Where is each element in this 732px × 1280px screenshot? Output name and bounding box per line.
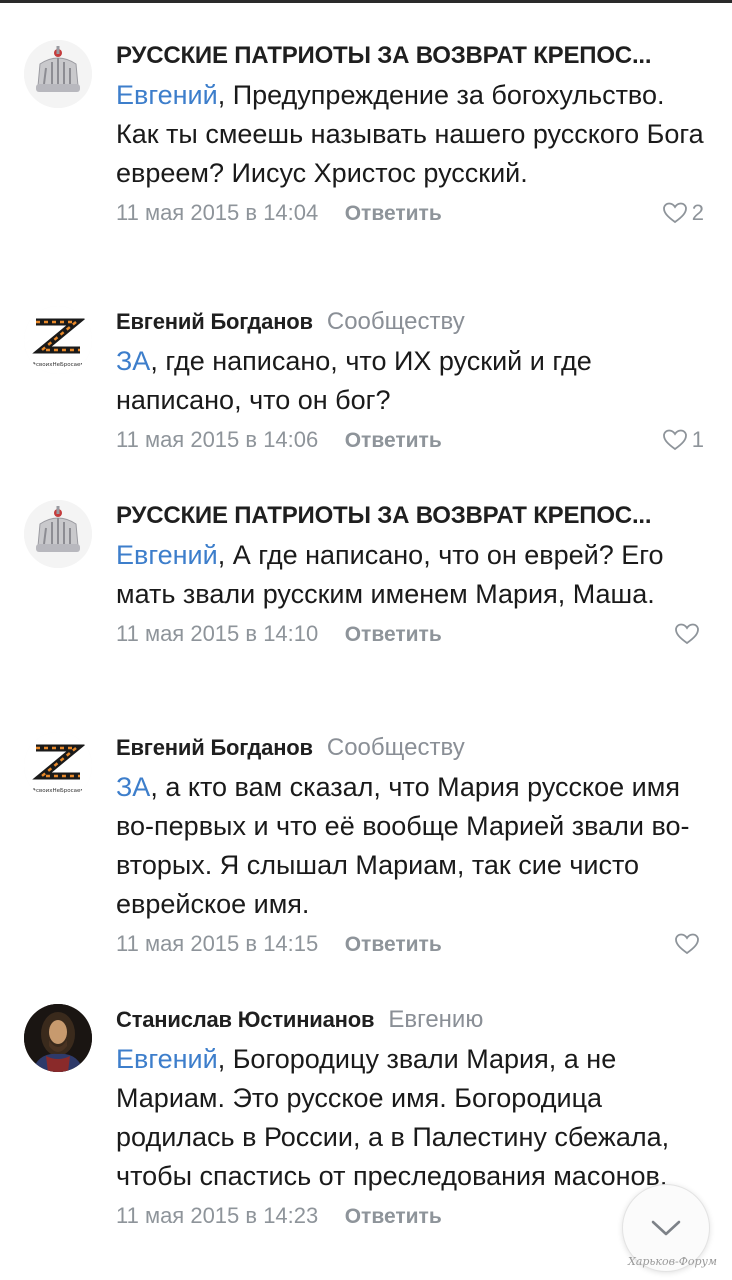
heart-icon [675, 933, 699, 955]
avatar-caption: #своихНеБросаем [31, 362, 84, 368]
reply-button[interactable]: Ответить [345, 429, 442, 452]
avatar[interactable] [24, 40, 92, 108]
reply-to-label[interactable]: Евгению [388, 1006, 483, 1033]
like-button[interactable] [674, 616, 704, 652]
avatar-caption: #своихНеБросаем [31, 788, 84, 794]
mention-link[interactable]: Евгений [116, 80, 218, 110]
mention-link[interactable]: Евгений [116, 1044, 218, 1074]
comment-text: ЗА, а кто вам сказал, что Мария русское … [116, 768, 708, 924]
author-name[interactable]: РУССКИЕ ПАТРИОТЫ ЗА ВОЗВРАТ КРЕПОС... [116, 42, 652, 69]
mention-link[interactable]: ЗА [116, 772, 150, 802]
reply-to-label[interactable]: Сообществу [327, 308, 465, 335]
crown-icon [24, 40, 92, 108]
comment-body: , где написано, что ИХ руский и где напи… [116, 346, 592, 415]
author-name[interactable]: Евгений Богданов [116, 309, 313, 334]
comment-text: Евгений, Богородицу звали Мария, а не Ма… [116, 1040, 708, 1196]
reply-to-label[interactable]: Сообществу [327, 734, 465, 761]
portrait-icon [24, 1004, 92, 1072]
author-name[interactable]: Станислав Юстинианов [116, 1007, 375, 1032]
reply-button[interactable]: Ответить [345, 202, 442, 225]
reply-button[interactable]: Ответить [345, 933, 442, 956]
chevron-down-icon [651, 1220, 681, 1236]
crown-icon [24, 500, 92, 568]
top-border [0, 0, 732, 3]
watermark: Харьков-Форум [628, 1255, 718, 1268]
heart-icon [662, 202, 687, 224]
comment-body: , а кто вам сказал, что Мария русское им… [116, 772, 690, 919]
mention-link[interactable]: Евгений [116, 540, 218, 570]
avatar[interactable] [24, 1004, 92, 1072]
heart-icon [662, 429, 687, 451]
mention-link[interactable]: ЗА [116, 346, 150, 376]
like-button[interactable]: 2 [662, 195, 704, 231]
comment-date: 11 мая 2015 в 14:04 [116, 200, 319, 225]
like-button[interactable]: 1 [662, 422, 704, 458]
comment-date: 11 мая 2015 в 14:06 [116, 427, 319, 452]
avatar[interactable]: #своихНеБросаем [24, 306, 92, 374]
like-count: 1 [691, 427, 704, 452]
comment-text: Евгений, А где написано, что он еврей? Е… [116, 536, 708, 614]
comment-date: 11 мая 2015 в 14:10 [116, 621, 319, 646]
avatar[interactable] [24, 500, 92, 568]
like-count: 2 [691, 200, 704, 225]
comment-date: 11 мая 2015 в 14:15 [116, 931, 319, 956]
comment-text: Евгений, Предупреждение за богохульство.… [116, 76, 708, 193]
z-ribbon-icon: #своихНеБросаем [24, 732, 92, 800]
like-button[interactable] [674, 926, 704, 962]
author-name[interactable]: РУССКИЕ ПАТРИОТЫ ЗА ВОЗВРАТ КРЕПОС... [116, 502, 652, 529]
avatar[interactable]: #своихНеБросаем [24, 732, 92, 800]
reply-button[interactable]: Ответить [345, 623, 442, 646]
z-ribbon-icon: #своихНеБросаем [24, 306, 92, 374]
comment-text: ЗА, где написано, что ИХ руский и где на… [116, 342, 708, 420]
comment-date: 11 мая 2015 в 14:23 [116, 1203, 319, 1228]
author-name[interactable]: Евгений Богданов [116, 735, 313, 760]
heart-icon [675, 623, 699, 645]
reply-button[interactable]: Ответить [345, 1205, 442, 1228]
